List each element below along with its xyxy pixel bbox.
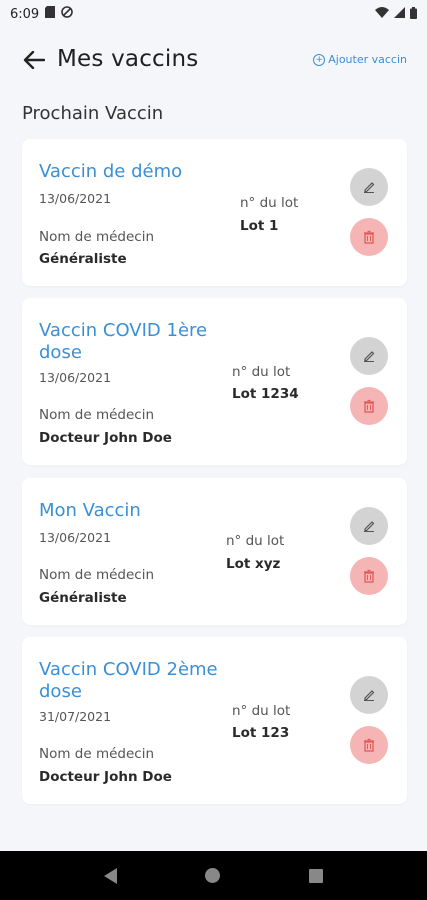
vaccine-name: Mon Vaccin: [39, 500, 141, 521]
nav-home-icon[interactable]: [205, 868, 221, 883]
back-arrow-icon[interactable]: [20, 46, 48, 74]
edit-button[interactable]: [350, 676, 388, 714]
vaccine-date: 31/07/2021: [39, 709, 112, 724]
edit-button[interactable]: [350, 337, 388, 375]
trash-icon: [364, 738, 374, 752]
trash-icon: [364, 230, 374, 244]
doctor-label: Nom de médecin: [39, 567, 155, 583]
pencil-icon: [364, 182, 375, 193]
status-left: 6:09: [10, 6, 74, 22]
nav-recent-apps-icon[interactable]: [308, 868, 323, 883]
add-vaccine-button[interactable]: + Ajouter vaccin: [313, 53, 407, 66]
vaccine-name: Vaccin de démo: [39, 161, 183, 182]
edit-button[interactable]: [350, 168, 388, 206]
delete-button[interactable]: [350, 387, 388, 425]
status-time: 6:09: [10, 6, 40, 22]
vaccine-name: Vaccin COVID 1ère dose: [39, 320, 208, 363]
pencil-icon: [364, 521, 375, 532]
doctor-name: Généraliste: [39, 590, 127, 606]
lot-label: n° du lot: [226, 533, 285, 549]
delete-button[interactable]: [350, 557, 388, 595]
sd-card-icon: [45, 6, 56, 22]
lot-number: Lot 1: [240, 218, 279, 234]
lot-number: Lot 1234: [232, 386, 299, 402]
delete-button[interactable]: [350, 218, 388, 256]
battery-icon: [410, 6, 417, 22]
app-header: Mes vaccins + Ajouter vaccin: [0, 40, 427, 84]
doctor-name: Docteur John Doe: [39, 430, 172, 446]
lot-number: Lot xyz: [226, 556, 281, 572]
vaccine-name: Vaccin COVID 2ème dose: [39, 659, 218, 702]
signal-icon: [394, 7, 405, 21]
no-disturb-icon: [61, 6, 74, 22]
doctor-label: Nom de médecin: [39, 229, 155, 245]
wifi-icon: [375, 7, 389, 21]
doctor-name: Généraliste: [39, 251, 127, 267]
pencil-icon: [364, 690, 375, 701]
pencil-icon: [364, 351, 375, 362]
delete-button[interactable]: [350, 726, 388, 764]
doctor-label: Nom de médecin: [39, 407, 155, 423]
page-title: Mes vaccins: [57, 46, 199, 72]
plus-circle-icon: +: [313, 53, 326, 66]
vaccine-card[interactable]: Mon Vaccin 13/06/2021 Nom de médecin Gén…: [22, 478, 407, 625]
trash-icon: [364, 399, 374, 413]
doctor-label: Nom de médecin: [39, 746, 155, 762]
vaccine-card[interactable]: Vaccin COVID 2ème dose 31/07/2021 Nom de…: [22, 637, 407, 804]
nav-back-icon[interactable]: [104, 867, 118, 884]
doctor-name: Docteur John Doe: [39, 769, 172, 785]
lot-label: n° du lot: [240, 195, 299, 211]
vaccine-date: 13/06/2021: [39, 530, 112, 545]
add-vaccine-label: Ajouter vaccin: [328, 53, 407, 66]
section-title: Prochain Vaccin: [22, 103, 164, 124]
vaccine-card[interactable]: Vaccin COVID 1ère dose 13/06/2021 Nom de…: [22, 298, 407, 465]
status-right: [375, 6, 417, 22]
edit-button[interactable]: [350, 507, 388, 545]
lot-label: n° du lot: [232, 364, 291, 380]
vaccine-date: 13/06/2021: [39, 191, 112, 206]
trash-icon: [364, 569, 374, 583]
lot-label: n° du lot: [232, 703, 291, 719]
system-nav-bar: [0, 851, 427, 900]
lot-number: Lot 123: [232, 725, 290, 741]
status-bar: 6:09: [0, 0, 427, 28]
vaccine-card[interactable]: Vaccin de démo 13/06/2021 Nom de médecin…: [22, 139, 407, 286]
vaccine-date: 13/06/2021: [39, 370, 112, 385]
